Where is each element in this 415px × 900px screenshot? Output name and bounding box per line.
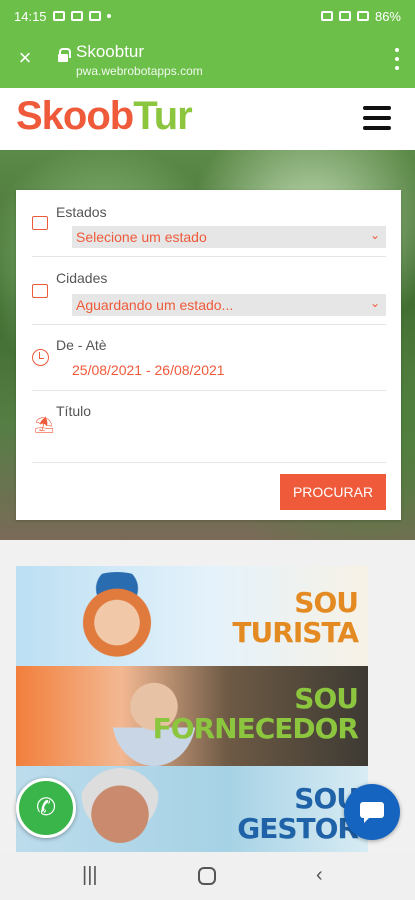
divider	[32, 324, 386, 325]
banner-fornecedor-text: SOU FORNECEDOR	[152, 682, 359, 745]
home-icon[interactable]	[198, 867, 216, 885]
chevron-down-icon: ⌄	[369, 296, 380, 310]
back-icon[interactable]: ‹	[316, 864, 323, 887]
page-title: Skoobtur	[76, 42, 145, 61]
wifi-icon	[338, 11, 351, 21]
banner-fornecedor-line2: FORNECEDOR	[152, 712, 359, 745]
alarm-icon	[320, 11, 333, 21]
browser-toolbar: × Skoobtur pwa.webrobotapps.com	[0, 32, 415, 88]
banner-turista-text: SOU TURISTA	[232, 586, 359, 649]
hamburger-menu-icon[interactable]	[363, 106, 391, 130]
site-logo[interactable]: SkoobTur	[16, 94, 193, 139]
tourist-photo	[62, 572, 172, 664]
search-form: Estados Selecione um estado ⌄ Cidades Ag…	[16, 190, 401, 520]
estados-select-value: Selecione um estado	[76, 229, 207, 245]
banner-fornecedor[interactable]: SOU FORNECEDOR	[16, 666, 368, 766]
dates-label: De - Atè	[56, 337, 107, 353]
palm-tree-icon: ⛱	[34, 417, 55, 434]
notification-icon	[70, 11, 83, 21]
whatsapp-icon[interactable]: ✆	[16, 778, 76, 838]
signal-icon	[356, 11, 369, 21]
banner-gestor-line2: GESTOR	[237, 812, 359, 845]
cidades-select-value: Aguardando um estado...	[76, 297, 234, 313]
logo-text-tur: Tur	[133, 94, 192, 138]
banner-gestor-line1: SOU	[294, 782, 359, 815]
procurar-button[interactable]: PROCURAR	[280, 474, 386, 510]
notification-icon	[52, 11, 65, 21]
more-options-icon[interactable]	[395, 48, 399, 70]
youtube-icon	[88, 11, 101, 21]
titulo-label: Título	[56, 403, 92, 419]
estados-label: Estados	[56, 204, 107, 220]
lock-icon	[58, 48, 71, 62]
banner-fornecedor-line1: SOU	[294, 682, 359, 715]
cidades-select[interactable]: Aguardando um estado... ⌄	[72, 294, 386, 316]
site-header: SkoobTur	[0, 88, 415, 150]
banner-turista[interactable]: SOU TURISTA	[16, 566, 368, 666]
battery-level: 86%	[374, 8, 401, 24]
map-icon	[32, 216, 48, 230]
system-nav-bar: ||| ‹	[0, 852, 415, 900]
map-icon	[32, 284, 48, 298]
banner-turista-line2: TURISTA	[232, 616, 359, 649]
divider	[32, 256, 386, 257]
status-bar: 14:15 86%	[0, 0, 415, 32]
chevron-down-icon: ⌄	[369, 228, 380, 242]
more-notifications-icon	[106, 14, 111, 18]
divider	[32, 390, 386, 391]
banner-turista-line1: SOU	[294, 586, 359, 619]
cidades-label: Cidades	[56, 270, 108, 286]
page-url[interactable]: pwa.webrobotapps.com	[76, 64, 203, 78]
recent-apps-icon[interactable]: |||	[82, 864, 98, 887]
divider	[32, 462, 386, 463]
estados-select[interactable]: Selecione um estado ⌄	[72, 226, 386, 248]
banner-gestor-text: SOU GESTOR	[237, 782, 359, 845]
date-range-input[interactable]: 25/08/2021 - 26/08/2021	[72, 362, 225, 378]
status-time: 14:15	[14, 8, 47, 24]
chat-bubble-icon[interactable]	[344, 784, 400, 840]
logo-text-skoob: Skoob	[16, 94, 134, 138]
close-icon[interactable]: ×	[14, 47, 36, 69]
clock-icon	[32, 349, 49, 366]
